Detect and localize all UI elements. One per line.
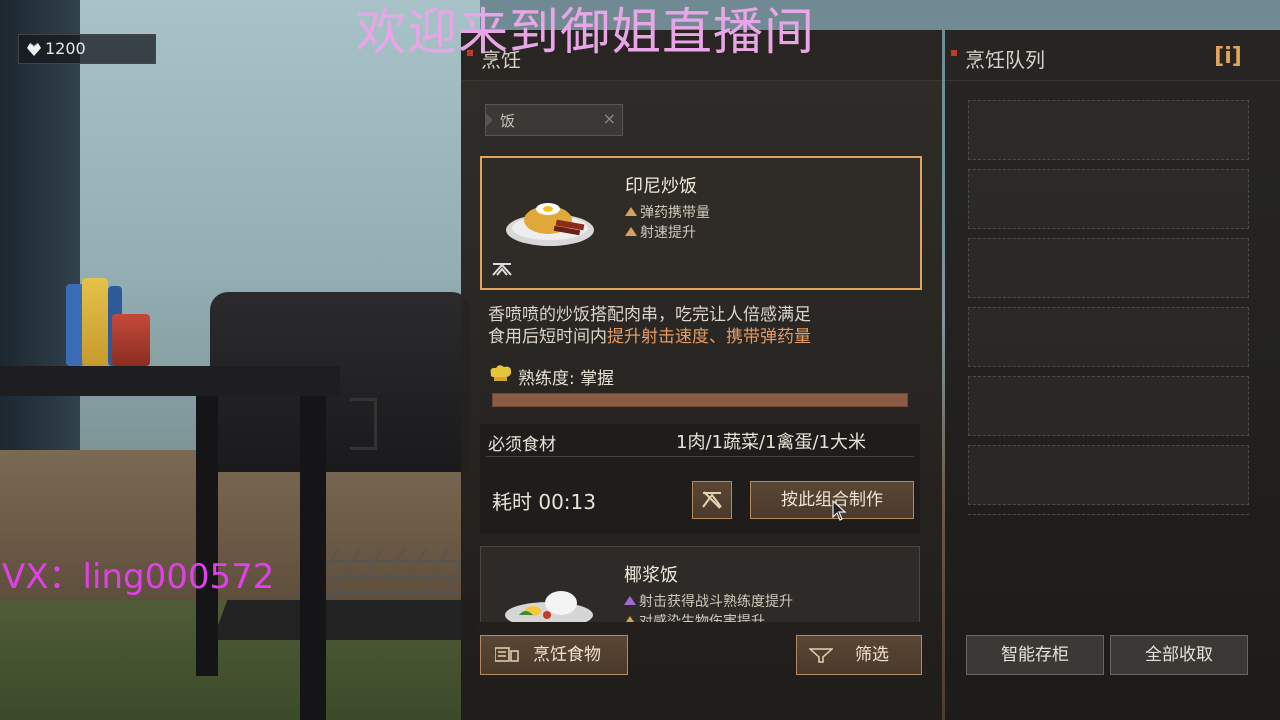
recipe-list-viewport: 椰浆饭 射击获得战斗熟练度提升 对感染生物伤害提升 [480,546,920,622]
fried-rice-dish-icon [506,203,594,246]
table-leg [300,396,326,720]
can [112,314,150,366]
queue-slot[interactable] [968,100,1249,160]
search-input-value[interactable]: 饭 [500,110,515,131]
stream-contact-banner: VX：ling000572 [2,557,275,597]
table-leg [196,396,218,676]
recipe-buff: 弹药携带量 [625,202,710,222]
grill-handle [350,398,377,450]
chef-hat-icon [490,365,512,381]
cook-food-button[interactable]: 烹饪食物 [480,635,628,675]
diamond-heart-icon [27,42,41,56]
info-button[interactable]: [i] [1210,44,1246,74]
queue-slot[interactable] [968,169,1249,229]
grill-shelf [212,600,488,640]
recipe-card[interactable]: 椰浆饭 射击获得战斗熟练度提升 对感染生物伤害提升 [480,546,920,622]
ingredients-value: 1肉/1蔬菜/1禽蛋/1大米 [676,432,867,453]
food-list-icon [495,647,519,662]
recipe-card-selected[interactable]: 印尼炒饭 弹药携带量 射速提升 [480,156,922,290]
queue-slot[interactable] [968,514,1249,515]
mouse-cursor-icon [832,500,847,521]
recipe-description: 香喷喷的炒饭搭配肉串，吃完让人倍感满足 食用后短时间内提升射击速度、携带弹药量 [488,305,811,347]
proficiency-label: 熟练度: 掌握 [518,369,615,389]
queue-slot[interactable] [968,238,1249,298]
recipe-buff: 射击获得战斗熟练度提升 [624,591,793,611]
cook-time: 耗时 00:13 [492,490,596,514]
recipe-name: 印尼炒饭 [625,176,697,197]
coconut-rice-dish-icon [505,591,593,622]
proficiency-rank-icon [492,263,512,276]
disable-auto-button[interactable] [692,481,732,519]
table-top [0,366,340,396]
buff-arrow-icon [624,616,636,622]
ingredients-label: 必须食材 [488,435,556,455]
filter-label: 筛选 [855,645,889,665]
queue-slot[interactable] [968,445,1249,505]
filter-icon [809,648,833,663]
can [82,278,108,366]
buff-arrow-icon [625,207,637,216]
queue-slot[interactable] [968,307,1249,367]
wall-shadow [0,0,80,520]
queue-slot[interactable] [968,376,1249,436]
proficiency-bar-fill [493,394,907,406]
divider [486,456,914,457]
smart-storage-button[interactable]: 智能存柜 [966,635,1104,675]
recipe-buff: 射速提升 [625,222,696,242]
clear-search-icon[interactable]: × [603,109,616,128]
collect-all-button[interactable]: 全部收取 [1110,635,1248,675]
filter-button[interactable]: 筛选 [796,635,922,675]
recipe-search-filter[interactable]: 饭 × [485,104,623,136]
tag-arrow-icon [485,112,493,128]
buff-arrow-icon [625,227,637,236]
recipe-name: 椰浆饭 [624,565,678,586]
cook-food-label: 烹饪食物 [533,645,601,665]
buff-arrow-icon [624,596,636,605]
stream-welcome-banner: 欢迎来到御姐直播间 [356,3,815,61]
recipe-buff: 对感染生物伤害提升 [624,611,765,622]
currency-display: 1200 [18,34,156,64]
rank-disabled-icon [702,491,722,509]
proficiency-bar [492,393,908,407]
currency-value: 1200 [45,39,86,58]
